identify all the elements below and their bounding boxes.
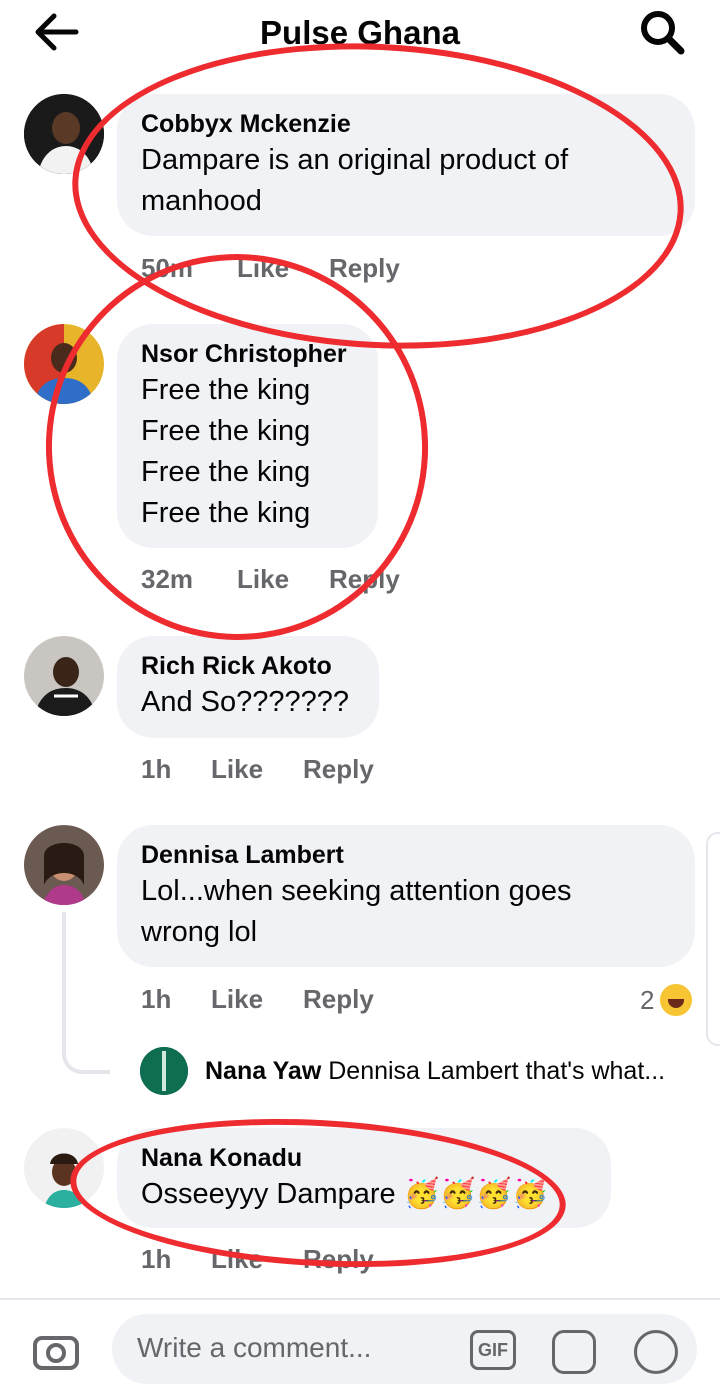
comment-author[interactable]: Nsor Christopher <box>141 338 354 370</box>
comment-author[interactable]: Rich Rick Akoto <box>141 650 355 682</box>
comment-author[interactable]: Nana Konadu <box>141 1142 587 1174</box>
search-icon[interactable] <box>636 8 690 56</box>
reply-button[interactable]: Reply <box>303 984 374 1015</box>
comment-time: 50m <box>141 253 194 283</box>
camera-icon[interactable] <box>32 1330 80 1370</box>
comment-bubble[interactable]: Rich Rick Akoto And So??????? <box>117 636 379 738</box>
reply-button[interactable]: Reply <box>303 1244 374 1275</box>
comment-text: Dampare is an original product of manhoo… <box>141 144 569 217</box>
sticker-icon[interactable] <box>552 1330 596 1374</box>
reaction-summary[interactable]: 2 <box>640 982 695 1018</box>
comment-time: 1h <box>141 1244 172 1274</box>
like-button[interactable]: Like <box>211 754 263 785</box>
comment-time: 1h <box>141 984 172 1014</box>
comment-bubble[interactable]: Nsor Christopher Free the king Free the … <box>117 324 378 548</box>
comment-bubble[interactable]: Cobbyx Mckenzie Dampare is an original p… <box>117 94 695 236</box>
nested-reply-text: Nana Yaw Dennisa Lambert that's what... <box>205 1057 695 1086</box>
like-button[interactable]: Like <box>211 984 263 1015</box>
avatar[interactable] <box>24 1128 104 1208</box>
avatar[interactable] <box>24 636 104 716</box>
top-bar: Pulse Ghana <box>0 0 720 64</box>
comment-text: Osseeyyy Dampare 🥳🥳🥳🥳 <box>141 1178 549 1210</box>
reply-button[interactable]: Reply <box>329 564 400 595</box>
comment-author[interactable]: Cobbyx Mckenzie <box>141 108 671 140</box>
comment-text: Free the king Free the king Free the kin… <box>141 374 311 529</box>
comment-input[interactable]: Write a comment... GIF <box>112 1314 697 1384</box>
comment-composer: Write a comment... GIF <box>0 1298 720 1384</box>
comment-bubble[interactable]: Dennisa Lambert Lol...when seeking atten… <box>117 825 695 967</box>
comment-time: 32m <box>141 564 194 594</box>
like-button[interactable]: Like <box>211 1244 263 1275</box>
comment-time: 1h <box>141 754 172 784</box>
like-button[interactable]: Like <box>237 253 289 284</box>
reaction-count: 2 <box>640 984 655 1015</box>
reply-author[interactable]: Nana Yaw <box>205 1057 321 1085</box>
avatar[interactable] <box>24 324 104 404</box>
comment-text: And So??????? <box>141 686 350 718</box>
comment-text: Lol...when seeking attention goes wrong … <box>141 875 572 948</box>
side-panel-edge[interactable] <box>706 832 720 1046</box>
reply-thread-line <box>62 912 110 1074</box>
page-title: Pulse Ghana <box>260 14 460 51</box>
comment-author[interactable]: Dennisa Lambert <box>141 839 671 871</box>
avatar[interactable] <box>24 94 104 174</box>
avatar[interactable] <box>140 1047 188 1095</box>
nested-reply[interactable]: Nana Yaw Dennisa Lambert that's what... <box>140 1047 700 1097</box>
reply-button[interactable]: Reply <box>303 754 374 785</box>
like-button[interactable]: Like <box>237 564 289 595</box>
comment-placeholder: Write a comment... <box>137 1332 372 1363</box>
reply-button[interactable]: Reply <box>329 253 400 284</box>
laughing-face-icon <box>658 982 695 1018</box>
gif-button[interactable]: GIF <box>470 1330 516 1370</box>
emoji-icon[interactable] <box>634 1330 678 1374</box>
reply-preview: Dennisa Lambert that's what... <box>328 1057 666 1085</box>
comment-bubble[interactable]: Nana Konadu Osseeyyy Dampare 🥳🥳🥳🥳 <box>117 1128 611 1228</box>
avatar[interactable] <box>24 825 104 905</box>
